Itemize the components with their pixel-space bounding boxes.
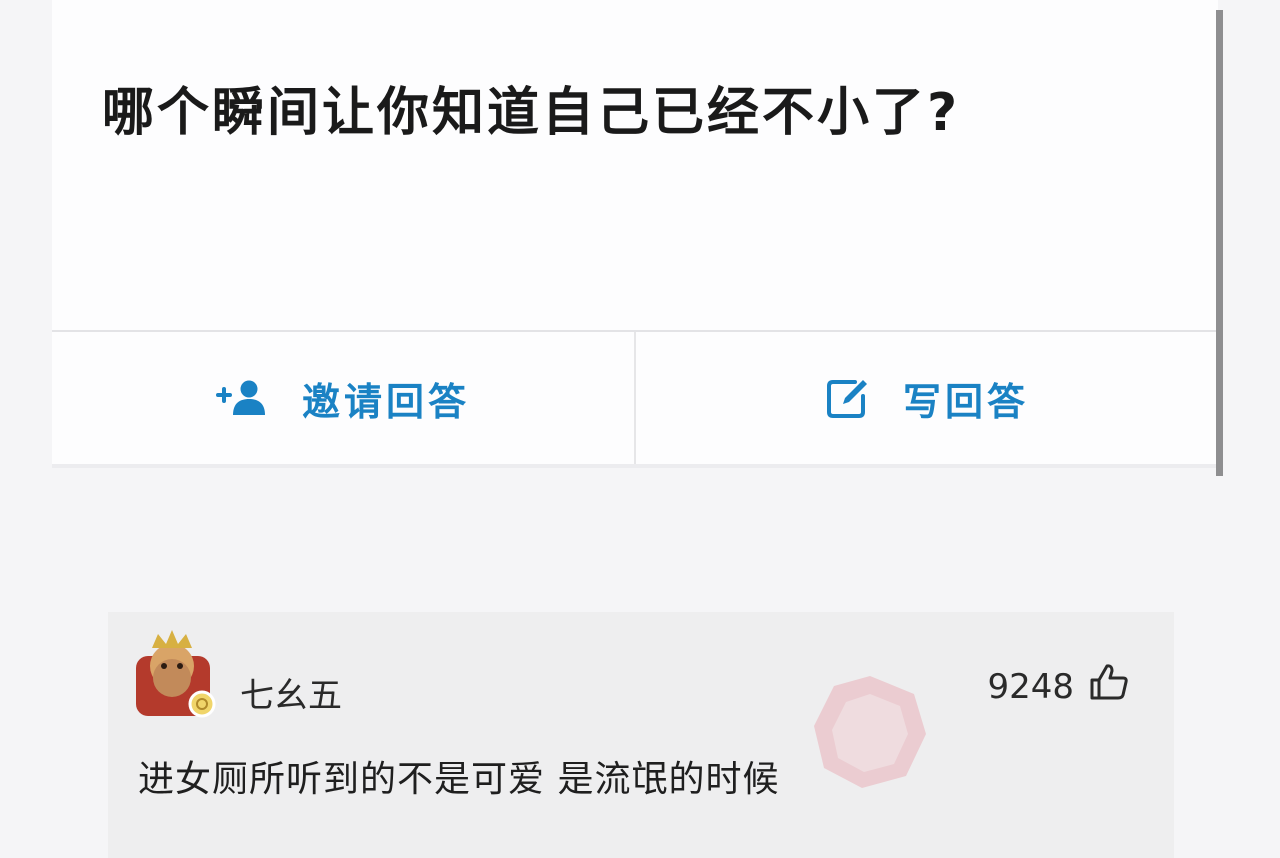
divider — [1216, 10, 1223, 476]
username[interactable]: 七幺五 — [240, 668, 342, 717]
like-button[interactable]: 9248 — [987, 662, 1130, 711]
edit-icon — [825, 376, 873, 420]
answer-card[interactable]: 七幺五 9248 进女厕所听到的不是可爱 是流氓的时候 — [108, 612, 1174, 858]
question-card: 哪个瞬间让你知道自己已经不小了? 邀请回答 写回答 — [52, 0, 1218, 468]
invite-answer-label: 邀请回答 — [301, 379, 470, 424]
watermark-stamp — [810, 672, 930, 792]
add-user-icon — [215, 378, 272, 418]
answer-text: 进女厕所听到的不是可爱 是流氓的时候 — [138, 759, 780, 800]
write-answer-label: 写回答 — [902, 379, 1029, 424]
thumbs-up-icon — [1088, 662, 1130, 711]
invite-answer-button[interactable]: 邀请回答 — [52, 332, 634, 464]
like-count: 9248 — [987, 666, 1074, 707]
action-bar: 邀请回答 写回答 — [52, 330, 1218, 468]
question-title: 哪个瞬间让你知道自己已经不小了? — [102, 83, 961, 143]
write-answer-button[interactable]: 写回答 — [634, 332, 1218, 464]
avatar[interactable] — [130, 626, 220, 722]
